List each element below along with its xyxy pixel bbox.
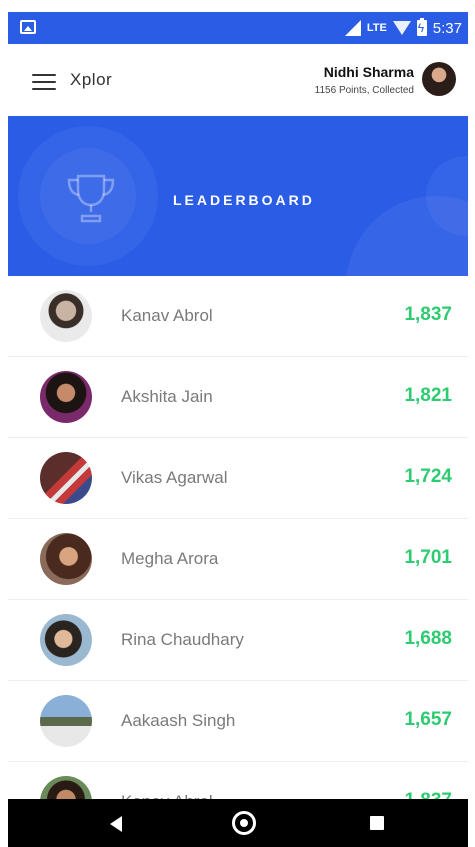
app-screen: LTE 5:37 Xplor Nidhi Sharma 1156 Points,…	[8, 12, 468, 847]
list-item[interactable]: Rina Chaudhary 1,688	[8, 600, 468, 681]
player-name: Aakaash Singh	[121, 711, 236, 730]
wifi-icon	[392, 21, 411, 35]
status-icons: LTE 5:37	[344, 18, 462, 38]
home-icon[interactable]	[232, 811, 256, 835]
leaderboard-list: Kanav Abrol 1,837 Akshita Jain 1,821 Vik…	[8, 276, 468, 843]
battery-icon	[416, 18, 427, 36]
avatar	[40, 452, 92, 504]
image-icon	[20, 20, 36, 34]
player-name: Akshita Jain	[121, 387, 213, 406]
avatar	[40, 371, 92, 423]
player-name: Kanav Abrol	[121, 306, 213, 325]
user-name[interactable]: Nidhi Sharma	[324, 64, 414, 80]
app-bar: Xplor Nidhi Sharma 1156 Points, Collecte…	[8, 44, 468, 117]
player-name: Megha Arora	[121, 549, 219, 568]
player-score: 1,837	[404, 304, 452, 325]
avatar	[40, 695, 92, 747]
banner-title: LEADERBOARD	[173, 192, 315, 208]
menu-icon[interactable]	[32, 74, 56, 90]
avatar	[40, 614, 92, 666]
list-item[interactable]: Akshita Jain 1,821	[8, 357, 468, 438]
player-score: 1,688	[404, 628, 452, 649]
player-name: Rina Chaudhary	[121, 630, 244, 649]
network-label: LTE	[366, 22, 387, 34]
player-name: Vikas Agarwal	[121, 468, 228, 487]
app-title: Xplor	[70, 70, 113, 89]
list-item[interactable]: Aakaash Singh 1,657	[8, 681, 468, 762]
avatar	[40, 533, 92, 585]
list-item[interactable]: Vikas Agarwal 1,724	[8, 438, 468, 519]
system-nav-bar	[8, 799, 468, 847]
list-item[interactable]: Megha Arora 1,701	[8, 519, 468, 600]
signal-icon	[344, 20, 361, 36]
player-score: 1,724	[404, 466, 452, 487]
player-score: 1,657	[404, 709, 452, 730]
avatar	[40, 290, 92, 342]
recent-apps-icon[interactable]	[370, 816, 384, 830]
user-avatar[interactable]	[422, 62, 456, 96]
trophy-icon	[67, 174, 115, 223]
user-points: 1156 Points, Collected	[314, 85, 414, 96]
list-item[interactable]: Kanav Abrol 1,837	[8, 276, 468, 357]
player-score: 1,821	[404, 385, 452, 406]
status-bar: LTE 5:37	[8, 12, 468, 44]
back-icon[interactable]	[110, 816, 122, 832]
player-score: 1,701	[404, 547, 452, 568]
clock: 5:37	[432, 19, 462, 37]
leaderboard-banner: LEADERBOARD	[8, 116, 468, 276]
